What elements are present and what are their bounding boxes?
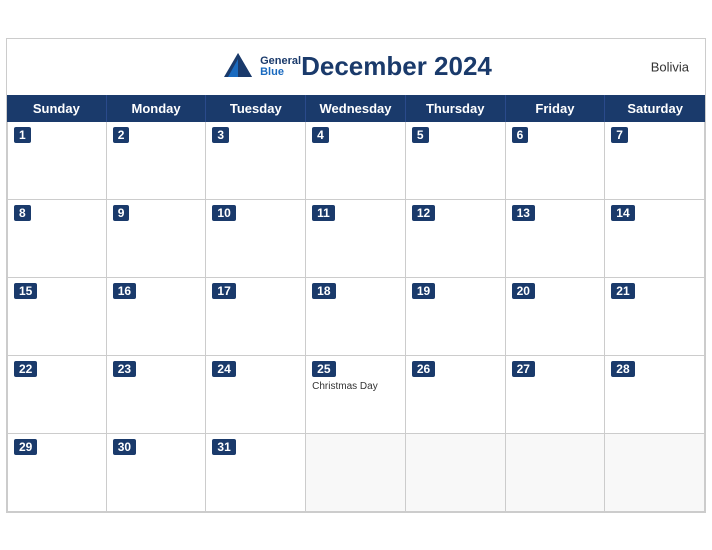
day-number: 24 bbox=[212, 361, 235, 377]
logo-area: General Blue bbox=[220, 49, 301, 85]
logo-general-text: General bbox=[260, 56, 301, 67]
day-headers: SundayMondayTuesdayWednesdayThursdayFrid… bbox=[7, 95, 705, 122]
day-number: 13 bbox=[512, 205, 535, 221]
calendar-day: 15 bbox=[7, 278, 107, 356]
day-header-saturday: Saturday bbox=[605, 95, 705, 122]
calendar-day: 17 bbox=[206, 278, 306, 356]
calendar-day: 24 bbox=[206, 356, 306, 434]
calendar-day: 19 bbox=[406, 278, 506, 356]
logo-blue-text: Blue bbox=[260, 67, 301, 78]
day-number: 28 bbox=[611, 361, 634, 377]
calendar-day bbox=[605, 434, 705, 512]
day-number: 19 bbox=[412, 283, 435, 299]
day-number: 23 bbox=[113, 361, 136, 377]
day-header-wednesday: Wednesday bbox=[306, 95, 406, 122]
calendar-day: 13 bbox=[506, 200, 606, 278]
day-header-friday: Friday bbox=[506, 95, 606, 122]
day-number: 6 bbox=[512, 127, 529, 143]
day-number: 15 bbox=[14, 283, 37, 299]
day-number: 2 bbox=[113, 127, 130, 143]
calendar-day bbox=[506, 434, 606, 512]
day-number: 12 bbox=[412, 205, 435, 221]
calendar-day: 9 bbox=[107, 200, 207, 278]
calendar-title: December 2024 bbox=[301, 51, 492, 82]
calendar-day: 31 bbox=[206, 434, 306, 512]
country-label: Bolivia bbox=[651, 59, 689, 74]
logo-icon bbox=[220, 49, 256, 85]
calendar-day: 18 bbox=[306, 278, 406, 356]
day-number: 9 bbox=[113, 205, 130, 221]
day-number: 27 bbox=[512, 361, 535, 377]
calendar-day: 26 bbox=[406, 356, 506, 434]
calendar-day: 28 bbox=[605, 356, 705, 434]
day-header-monday: Monday bbox=[107, 95, 207, 122]
calendar-day: 11 bbox=[306, 200, 406, 278]
calendar-day: 30 bbox=[107, 434, 207, 512]
calendar-day: 20 bbox=[506, 278, 606, 356]
calendar-day: 21 bbox=[605, 278, 705, 356]
day-number: 16 bbox=[113, 283, 136, 299]
calendar-day: 27 bbox=[506, 356, 606, 434]
day-event: Christmas Day bbox=[312, 381, 399, 392]
day-number: 7 bbox=[611, 127, 628, 143]
calendar-day: 10 bbox=[206, 200, 306, 278]
day-number: 18 bbox=[312, 283, 335, 299]
calendar-day: 4 bbox=[306, 122, 406, 200]
day-number: 25 bbox=[312, 361, 335, 377]
calendar-container: General Blue December 2024 Bolivia Sunda… bbox=[6, 38, 706, 513]
day-number: 14 bbox=[611, 205, 634, 221]
calendar-day: 16 bbox=[107, 278, 207, 356]
day-header-thursday: Thursday bbox=[406, 95, 506, 122]
day-number: 5 bbox=[412, 127, 429, 143]
day-number: 20 bbox=[512, 283, 535, 299]
day-number: 26 bbox=[412, 361, 435, 377]
calendar-day: 23 bbox=[107, 356, 207, 434]
calendar-day: 22 bbox=[7, 356, 107, 434]
day-header-tuesday: Tuesday bbox=[206, 95, 306, 122]
day-number: 22 bbox=[14, 361, 37, 377]
logo-text: General Blue bbox=[260, 56, 301, 78]
day-number: 17 bbox=[212, 283, 235, 299]
day-number: 3 bbox=[212, 127, 229, 143]
calendar-day: 3 bbox=[206, 122, 306, 200]
calendar-day: 7 bbox=[605, 122, 705, 200]
calendar-day: 2 bbox=[107, 122, 207, 200]
calendar-day: 6 bbox=[506, 122, 606, 200]
calendar-day bbox=[306, 434, 406, 512]
calendar-day: 14 bbox=[605, 200, 705, 278]
day-number: 4 bbox=[312, 127, 329, 143]
calendar-day: 8 bbox=[7, 200, 107, 278]
calendar-header: General Blue December 2024 Bolivia bbox=[7, 39, 705, 95]
calendar-day: 29 bbox=[7, 434, 107, 512]
day-header-sunday: Sunday bbox=[7, 95, 107, 122]
day-number: 1 bbox=[14, 127, 31, 143]
calendar-day: 5 bbox=[406, 122, 506, 200]
calendar-day: 12 bbox=[406, 200, 506, 278]
calendar-grid: 1234567891011121314151617181920212223242… bbox=[7, 122, 705, 512]
day-number: 29 bbox=[14, 439, 37, 455]
day-number: 31 bbox=[212, 439, 235, 455]
calendar-day bbox=[406, 434, 506, 512]
day-number: 11 bbox=[312, 205, 335, 221]
calendar-day: 1 bbox=[7, 122, 107, 200]
calendar-day: 25 Christmas Day bbox=[306, 356, 406, 434]
day-number: 30 bbox=[113, 439, 136, 455]
day-number: 8 bbox=[14, 205, 31, 221]
day-number: 10 bbox=[212, 205, 235, 221]
day-number: 21 bbox=[611, 283, 634, 299]
